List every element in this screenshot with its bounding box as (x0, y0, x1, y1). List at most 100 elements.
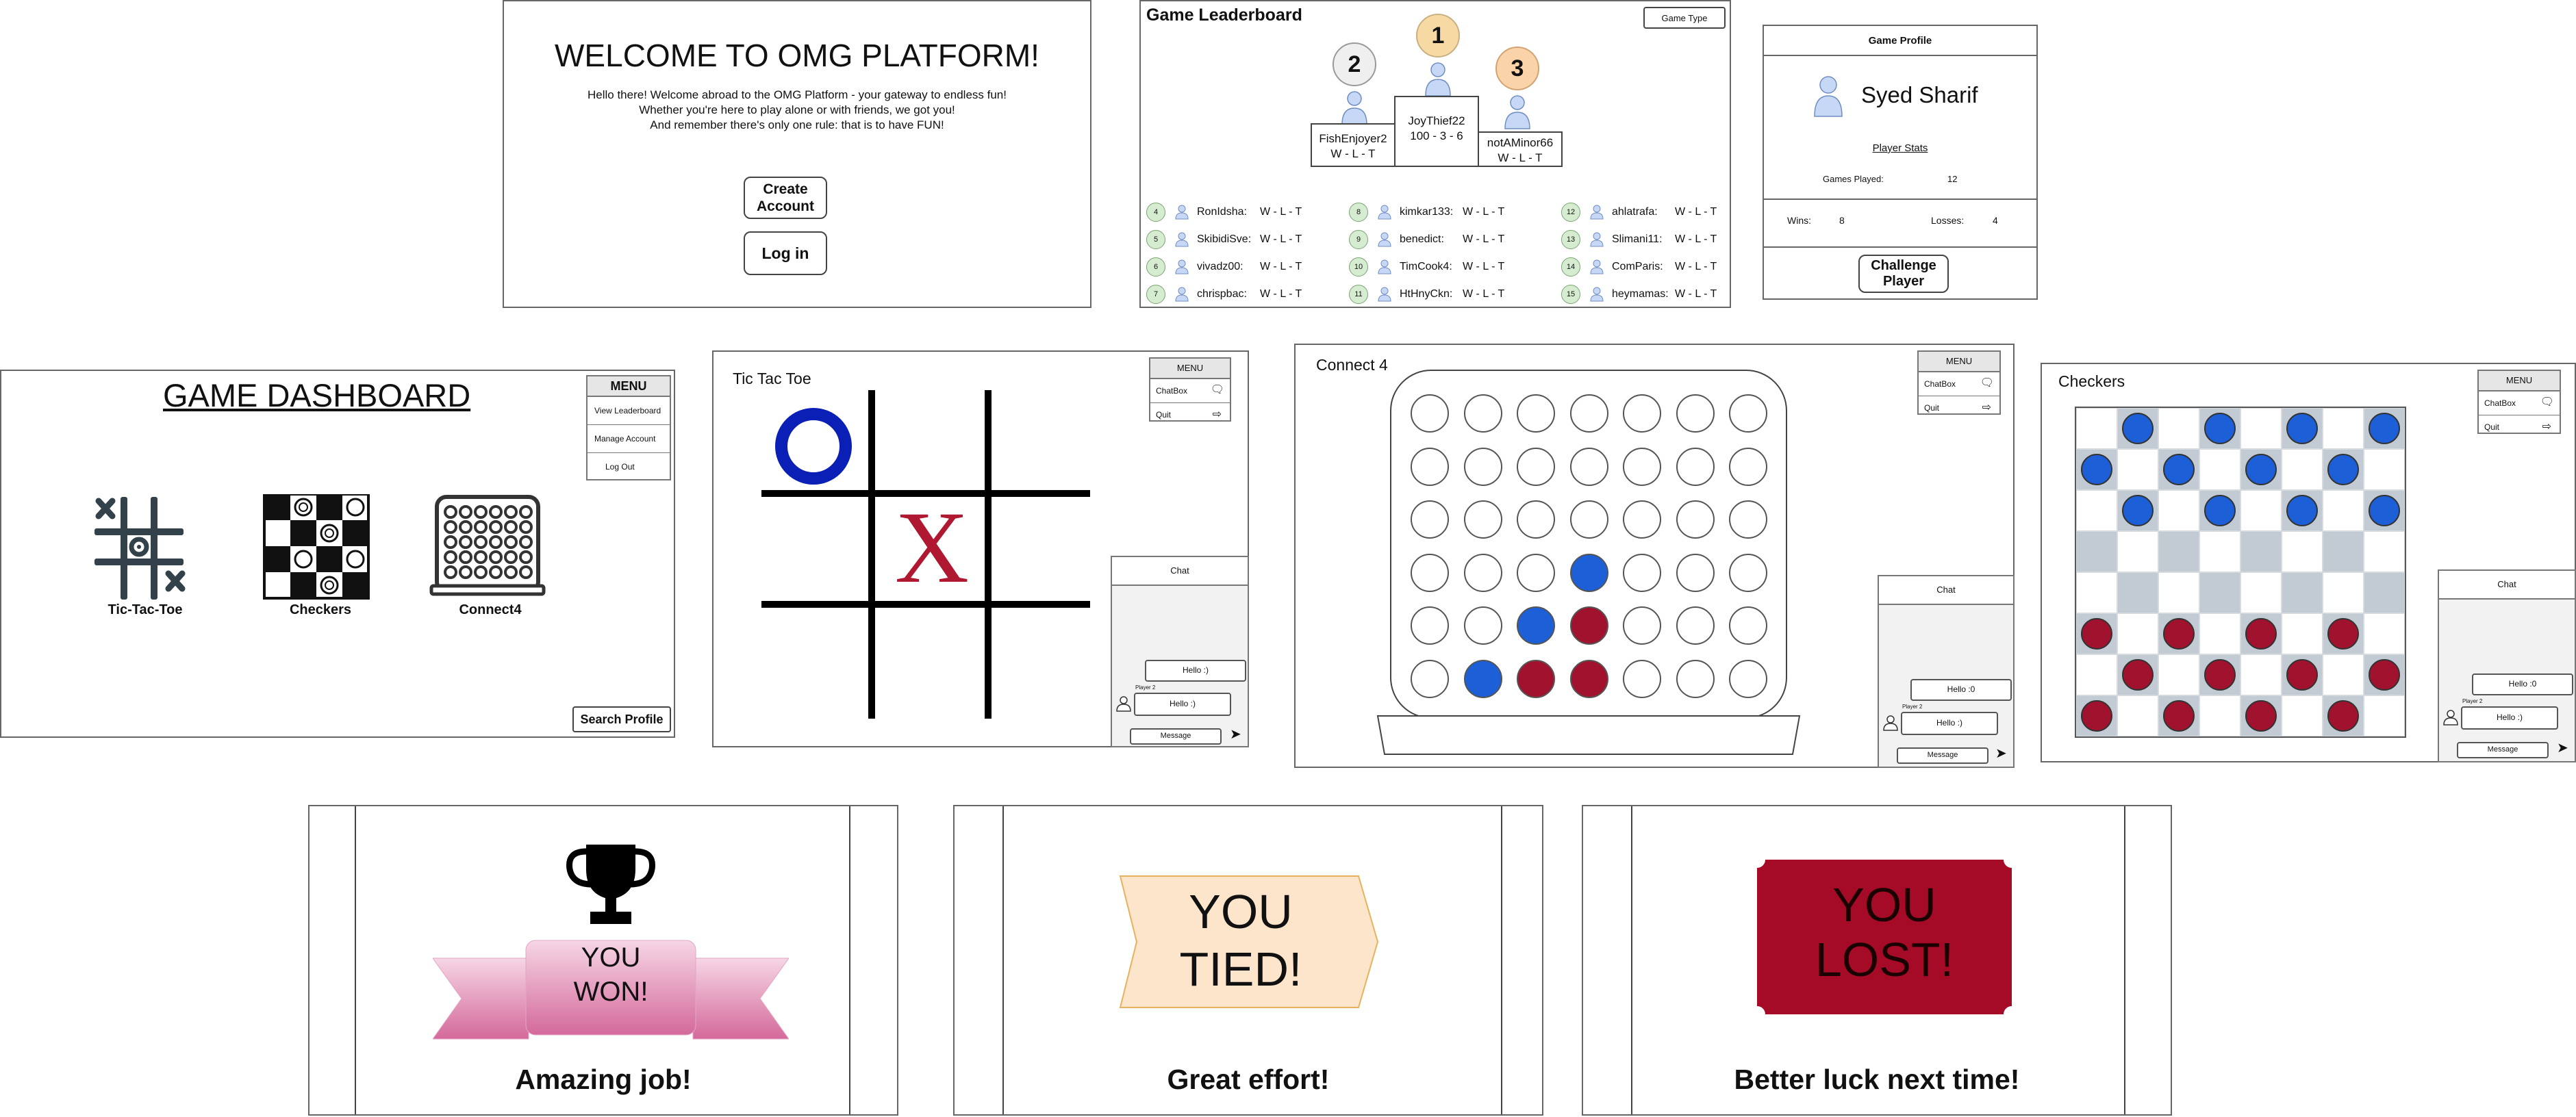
game-tile-checkers[interactable]: Checkers (259, 493, 382, 631)
red-piece[interactable] (2369, 659, 2400, 691)
quit-item[interactable]: Quit ⇨ (2479, 415, 2560, 439)
leaderboard-row[interactable]: 13 Slimani11: W - L - T (1561, 230, 1717, 249)
send-icon[interactable]: ➤ (1230, 726, 1241, 743)
view-leaderboard-item[interactable]: View Leaderboard (588, 397, 670, 425)
board-square[interactable] (2199, 613, 2240, 654)
board-square[interactable] (2158, 408, 2199, 449)
board-square[interactable] (2282, 613, 2323, 654)
board-square[interactable] (2323, 531, 2364, 572)
send-icon[interactable]: ➤ (2557, 739, 2568, 756)
red-piece[interactable] (2163, 700, 2195, 732)
leaderboard-row[interactable]: 12 ahlatrafa: W - L - T (1561, 203, 1717, 222)
empty-slot[interactable] (1569, 447, 1608, 486)
board-square[interactable] (2282, 449, 2323, 490)
empty-slot[interactable] (1623, 500, 1661, 539)
board-square[interactable] (2323, 572, 2364, 613)
empty-slot[interactable] (1463, 447, 1502, 486)
empty-slot[interactable] (1569, 394, 1608, 433)
board-square[interactable] (2158, 490, 2199, 531)
board-square[interactable] (2240, 572, 2282, 613)
board-square[interactable] (2199, 695, 2240, 736)
quit-item[interactable]: Quit ⇨ (1150, 403, 1230, 426)
empty-slot[interactable] (1729, 394, 1767, 433)
blue-piece[interactable] (2163, 454, 2195, 485)
empty-slot[interactable] (1517, 553, 1555, 592)
empty-slot[interactable] (1729, 659, 1767, 698)
board-square[interactable] (2323, 490, 2364, 531)
board-square[interactable] (2364, 449, 2405, 490)
board-square[interactable] (2240, 408, 2282, 449)
quit-item[interactable]: Quit ⇨ (1919, 396, 1999, 420)
send-icon[interactable]: ➤ (1995, 745, 2007, 762)
leaderboard-row[interactable]: 4 RonIdsha: W - L - T (1146, 203, 1302, 222)
board-square[interactable] (2240, 531, 2282, 572)
empty-slot[interactable] (1676, 500, 1715, 539)
board-square[interactable] (2323, 654, 2364, 695)
empty-slot[interactable] (1463, 394, 1502, 433)
empty-slot[interactable] (1623, 394, 1661, 433)
empty-slot[interactable] (1411, 500, 1449, 539)
red-disc[interactable] (1569, 659, 1608, 698)
chatbox-item[interactable]: ChatBox 🗨 (2479, 391, 2560, 415)
game-tile-connect4[interactable]: Connect4 (429, 494, 552, 631)
board-square[interactable] (2158, 531, 2199, 572)
empty-slot[interactable] (1517, 500, 1555, 539)
chatbox-item[interactable]: ChatBox 🗨 (1919, 372, 1999, 396)
leaderboard-row[interactable]: 8 kimkar133: W - L - T (1349, 203, 1504, 222)
empty-slot[interactable] (1676, 553, 1715, 592)
blue-piece[interactable] (2245, 454, 2277, 485)
empty-slot[interactable] (1729, 500, 1767, 539)
search-profile-button[interactable]: Search Profile (572, 706, 671, 732)
blue-disc[interactable] (1569, 553, 1608, 592)
board-square[interactable] (2282, 572, 2323, 613)
leaderboard-row[interactable]: 15 heymamas: W - L - T (1561, 285, 1717, 304)
board-square[interactable] (2117, 572, 2158, 613)
chatbox-item[interactable]: ChatBox 🗨 (1150, 379, 1230, 403)
leaderboard-row[interactable]: 10 TimCook4: W - L - T (1349, 257, 1504, 277)
red-piece[interactable] (2204, 659, 2236, 691)
empty-slot[interactable] (1517, 394, 1555, 433)
red-disc[interactable] (1517, 659, 1555, 698)
blue-piece[interactable] (2286, 495, 2318, 526)
blue-piece[interactable] (2122, 413, 2154, 444)
challenge-player-button[interactable]: Challenge Player (1858, 255, 1949, 293)
blue-disc[interactable] (1517, 606, 1555, 645)
leaderboard-row[interactable]: 9 benedict: W - L - T (1349, 230, 1504, 249)
board-square[interactable] (2117, 449, 2158, 490)
leaderboard-row[interactable]: 6 vivadz00: W - L - T (1146, 257, 1302, 277)
empty-slot[interactable] (1623, 447, 1661, 486)
leaderboard-row[interactable]: 14 ComParis: W - L - T (1561, 257, 1717, 277)
login-button[interactable]: Log in (744, 231, 827, 275)
empty-slot[interactable] (1676, 659, 1715, 698)
empty-slot[interactable] (1729, 606, 1767, 645)
red-piece[interactable] (2163, 618, 2195, 650)
empty-slot[interactable] (1623, 659, 1661, 698)
empty-slot[interactable] (1463, 606, 1502, 645)
blue-piece[interactable] (2327, 454, 2359, 485)
board-square[interactable] (2117, 695, 2158, 736)
blue-piece[interactable] (2286, 413, 2318, 444)
empty-slot[interactable] (1411, 394, 1449, 433)
message-input[interactable]: Message (1130, 728, 1222, 745)
blue-piece[interactable] (2122, 495, 2154, 526)
manage-account-item[interactable]: Manage Account (588, 425, 670, 453)
blue-piece[interactable] (2204, 413, 2236, 444)
board-square[interactable] (2117, 613, 2158, 654)
empty-slot[interactable] (1729, 447, 1767, 486)
board-square[interactable] (2076, 654, 2117, 695)
red-piece[interactable] (2327, 618, 2359, 650)
empty-slot[interactable] (1569, 500, 1608, 539)
board-square[interactable] (2240, 490, 2282, 531)
board-square[interactable] (2323, 408, 2364, 449)
empty-slot[interactable] (1411, 447, 1449, 486)
board-square[interactable] (2117, 531, 2158, 572)
empty-slot[interactable] (1463, 553, 1502, 592)
red-piece[interactable] (2286, 659, 2318, 691)
log-out-item[interactable]: Log Out (588, 453, 670, 480)
board-square[interactable] (2199, 449, 2240, 490)
red-piece[interactable] (2122, 659, 2154, 691)
board-square[interactable] (2364, 695, 2405, 736)
board-square[interactable] (2076, 408, 2117, 449)
leaderboard-row[interactable]: 5 SkibidiSve: W - L - T (1146, 230, 1302, 249)
empty-slot[interactable] (1411, 659, 1449, 698)
